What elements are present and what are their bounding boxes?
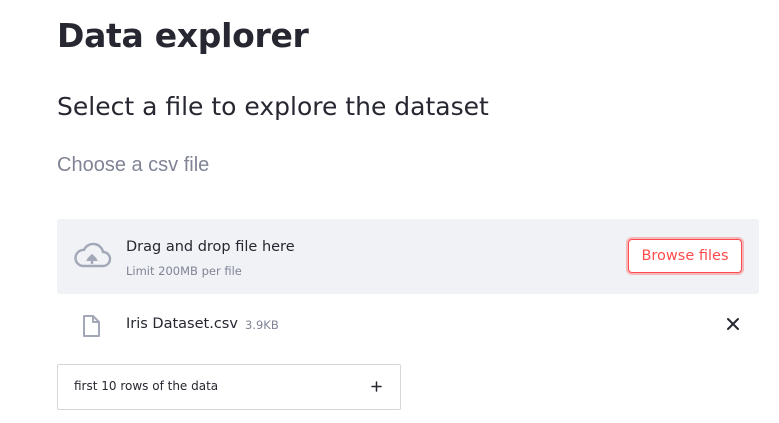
plus-icon: [371, 381, 382, 392]
uploaded-file-name: Iris Dataset.csv: [126, 316, 238, 332]
dropzone-instructions: Drag and drop file here: [126, 239, 295, 255]
dropzone-limit: Limit 200MB per file: [126, 264, 242, 278]
page-title: Data explorer: [57, 16, 309, 55]
data-preview-expander[interactable]: first 10 rows of the data: [57, 364, 401, 410]
cloud-upload-icon: [74, 242, 112, 268]
page-subtitle: Select a file to explore the dataset: [57, 92, 489, 121]
uploaded-file-row: Iris Dataset.csv 3.9KB: [57, 306, 759, 342]
file-uploader-label: Choose a csv file: [57, 154, 210, 176]
uploaded-file-size: 3.9KB: [245, 318, 279, 332]
expander-label: first 10 rows of the data: [74, 379, 219, 393]
file-dropzone[interactable]: Drag and drop file here Limit 200MB per …: [57, 219, 759, 294]
browse-files-button[interactable]: Browse files: [628, 239, 742, 273]
file-icon: [83, 315, 100, 337]
close-icon[interactable]: [726, 317, 740, 331]
